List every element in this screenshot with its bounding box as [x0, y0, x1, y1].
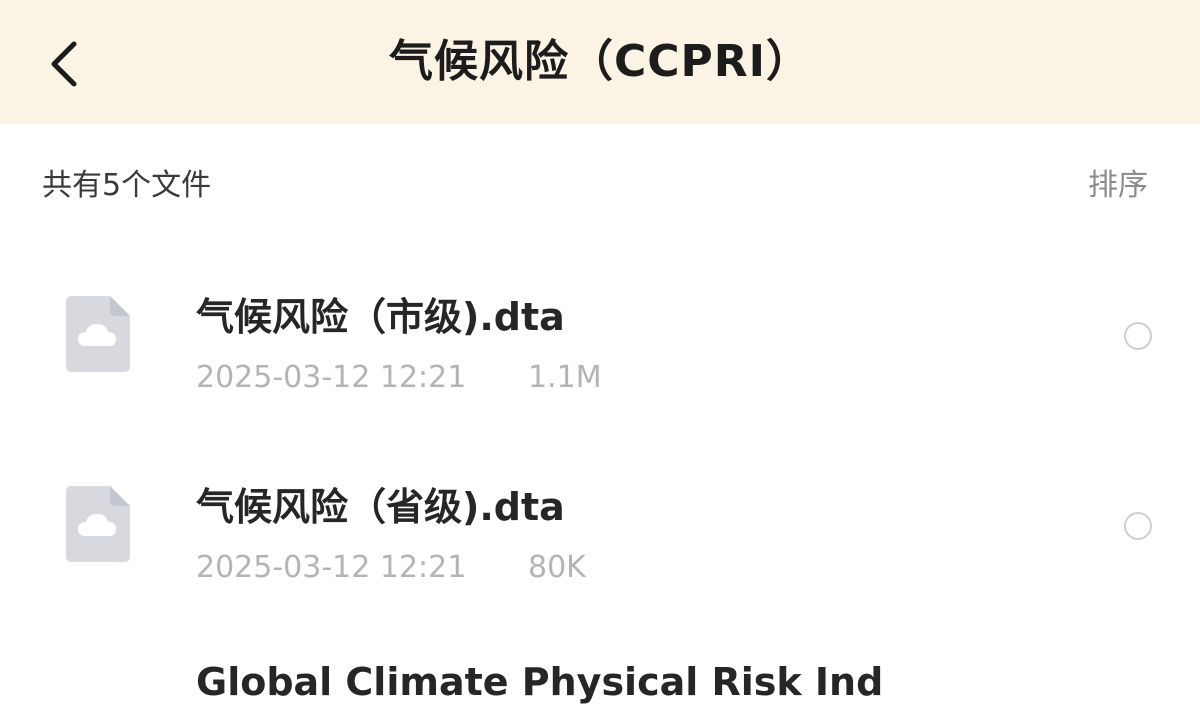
file-date: 2025-03-12 12:21: [196, 550, 467, 585]
sort-button[interactable]: 排序: [1088, 160, 1148, 204]
file-name: 气候风险（市级).dta: [196, 295, 565, 339]
file-date: 2025-03-12 12:21: [196, 360, 467, 395]
top-bar: 气候风险（CCPRI）: [0, 0, 1200, 124]
file-size: 1.1M: [528, 360, 602, 395]
select-radio[interactable]: [1124, 512, 1152, 540]
select-radio[interactable]: [1124, 322, 1152, 350]
cloud-file-icon: [66, 486, 130, 562]
page-title: 气候风险（CCPRI）: [388, 36, 812, 87]
file-list-item[interactable]: 气候风险（省级).dta 2025-03-12 12:21 80K: [0, 440, 1200, 630]
file-count-label: 共有5个文件: [42, 168, 212, 203]
file-name: 气候风险（省级).dta: [196, 485, 565, 529]
file-size: 80K: [528, 550, 586, 585]
cloud-file-icon: [66, 296, 130, 372]
file-name[interactable]: Global Climate Physical Risk Ind: [196, 660, 883, 704]
file-list-item[interactable]: 气候风险（市级).dta 2025-03-12 12:21 1.1M: [0, 250, 1200, 440]
